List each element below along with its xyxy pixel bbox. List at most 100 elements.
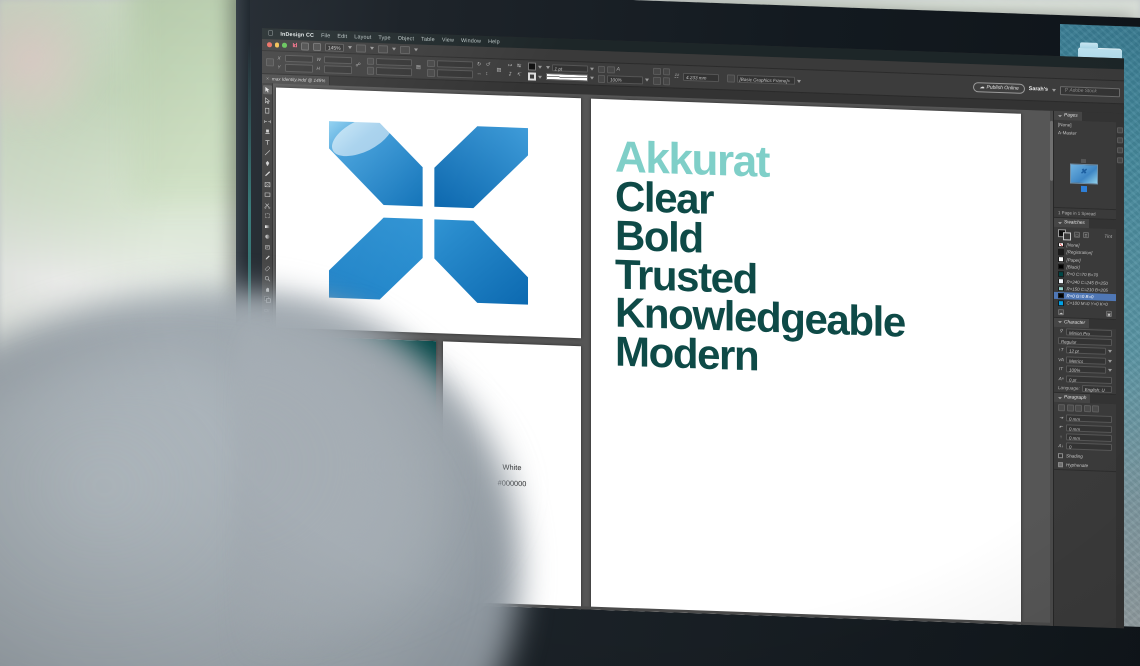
kerning-dropdown-icon[interactable] xyxy=(1108,359,1112,363)
screen-mode-dropdown-icon[interactable] xyxy=(391,47,396,51)
menu-item-indesign[interactable]: InDesign CC xyxy=(280,31,314,38)
adobe-stock-search-input[interactable]: ⚲ Adobe Stock xyxy=(1060,85,1120,97)
eyedropper-tool[interactable] xyxy=(263,253,272,262)
corner-shape-icon[interactable] xyxy=(653,76,661,85)
space-before-field[interactable]: 0 mm xyxy=(1066,433,1112,443)
fill-color-swatch[interactable] xyxy=(527,62,536,71)
flip-vertical-icon[interactable]: ↕ xyxy=(486,71,493,78)
type-tool[interactable] xyxy=(263,138,272,147)
panel-rail-settings-icon[interactable] xyxy=(1117,127,1123,134)
stroke-weight-stepper-icon[interactable] xyxy=(545,65,550,69)
align-objects-icon[interactable] xyxy=(653,67,661,76)
stroke-style-dropdown-icon[interactable] xyxy=(589,76,594,80)
view-options-button[interactable] xyxy=(355,43,366,53)
constrain-scale-icon[interactable]: ▤ xyxy=(416,64,423,71)
corner-link-icon[interactable] xyxy=(662,77,670,85)
page-tool[interactable] xyxy=(263,106,272,115)
zoom-dropdown-icon[interactable] xyxy=(347,46,352,50)
fitting-content-icon[interactable] xyxy=(607,65,615,74)
zoom-tool[interactable] xyxy=(263,274,272,283)
menu-item-window[interactable]: Window xyxy=(461,38,481,45)
shading-checkbox[interactable] xyxy=(1058,452,1063,458)
menu-item-edit[interactable]: Edit xyxy=(337,33,347,39)
maximize-window-button[interactable] xyxy=(282,42,287,48)
screen-mode-button[interactable] xyxy=(312,42,321,51)
language-field[interactable]: English: U xyxy=(1081,384,1112,393)
pen-tool[interactable] xyxy=(263,159,272,168)
height-field[interactable] xyxy=(323,65,352,74)
opacity-field[interactable]: 100% xyxy=(607,75,643,84)
object-style-dropdown-icon[interactable] xyxy=(796,79,801,83)
distribute-space-icon[interactable]: ↸ xyxy=(517,72,524,79)
gap-tool[interactable] xyxy=(263,117,272,126)
arrange-documents-button[interactable] xyxy=(399,45,410,54)
rotate-clockwise-icon[interactable]: ↻ xyxy=(477,62,484,69)
new-color-group-icon[interactable]: ☁ xyxy=(1058,308,1064,315)
vertical-scale-field[interactable]: 100% xyxy=(1066,365,1106,374)
stroke-style-preview[interactable] xyxy=(545,73,588,82)
view-options-dropdown-icon[interactable] xyxy=(369,46,374,50)
rotation-angle-field[interactable] xyxy=(436,59,473,69)
direct-selection-tool[interactable] xyxy=(263,96,272,105)
menu-item-object[interactable]: Object xyxy=(398,35,414,42)
width-field[interactable] xyxy=(323,55,352,65)
menu-item-layout[interactable]: Layout xyxy=(354,34,371,41)
align-right-button[interactable] xyxy=(1075,404,1082,413)
panel-rail-layers-icon[interactable] xyxy=(1117,157,1123,164)
account-menu-label[interactable]: Sarah's xyxy=(1029,86,1048,93)
object-style-field[interactable]: [Basic Graphics Frame]+ xyxy=(736,74,795,85)
pencil-tool[interactable] xyxy=(263,169,272,178)
new-swatch-icon[interactable]: ▣ xyxy=(1106,310,1112,317)
menu-item-file[interactable]: File xyxy=(321,33,330,39)
tab-swatches[interactable]: Swatches xyxy=(1054,217,1089,229)
stroke-dropdown-icon[interactable] xyxy=(537,75,542,79)
panel-rail-list-icon[interactable] xyxy=(1117,137,1123,144)
screen-mode-selector[interactable] xyxy=(377,44,388,53)
gradient-feather-tool[interactable] xyxy=(263,232,272,241)
arrange-dropdown-icon[interactable] xyxy=(413,48,418,52)
apply-to-frame-button[interactable]: □ xyxy=(1074,231,1080,238)
publish-online-button[interactable]: ☁ Publish Online xyxy=(973,82,1025,94)
font-size-field[interactable]: 12 pt xyxy=(1066,346,1106,356)
stroke-weight-field[interactable]: 1 pt xyxy=(551,63,588,73)
swatches-fill-stroke-proxy[interactable] xyxy=(1058,229,1071,241)
distribute-icon[interactable]: ↹ xyxy=(517,63,524,70)
tab-character[interactable]: Character xyxy=(1054,317,1090,328)
baseline-shift-field[interactable]: 0 pt xyxy=(1066,374,1112,384)
indent-left-field[interactable]: 0 mm xyxy=(1066,414,1112,424)
font-family-field[interactable]: Minion Pro xyxy=(1066,328,1112,337)
tab-pages[interactable]: Pages xyxy=(1054,110,1082,121)
shear-angle-field[interactable] xyxy=(436,69,473,78)
zoom-level-field[interactable]: 145% xyxy=(324,42,344,52)
indent-first-field[interactable]: 0 mm xyxy=(1066,424,1112,433)
justify-left-button[interactable] xyxy=(1083,405,1091,413)
justify-center-button[interactable] xyxy=(1092,405,1099,413)
minimize-window-button[interactable] xyxy=(274,42,279,48)
panel-rail-links-icon[interactable] xyxy=(1117,147,1123,154)
rotate-counterclockwise-icon[interactable]: ↺ xyxy=(486,62,493,69)
x-position-field[interactable] xyxy=(284,54,313,63)
menu-item-type[interactable]: Type xyxy=(378,35,390,41)
gradient-swatch-tool[interactable] xyxy=(263,222,272,231)
tab-paragraph[interactable]: Paragraph xyxy=(1054,393,1091,404)
apple-menu-icon[interactable]:  xyxy=(268,30,273,37)
canvas-vertical-scrollbar[interactable] xyxy=(1050,110,1053,626)
account-dropdown-icon[interactable] xyxy=(1052,88,1056,92)
scale-y-field[interactable] xyxy=(376,67,412,76)
kerning-field[interactable]: Metrics xyxy=(1066,356,1106,365)
constrain-proportions-icon[interactable]: ☍ xyxy=(356,62,363,69)
menu-item-view[interactable]: View xyxy=(442,37,454,43)
vertical-scale-dropdown-icon[interactable] xyxy=(1108,369,1112,373)
scale-x-field[interactable] xyxy=(376,57,412,67)
y-position-field[interactable] xyxy=(284,63,313,73)
scissors-tool[interactable] xyxy=(263,201,272,210)
opacity-dropdown-icon[interactable] xyxy=(645,78,649,82)
menu-item-help[interactable]: Help xyxy=(488,38,500,44)
close-window-button[interactable] xyxy=(267,42,272,48)
rectangle-frame-tool[interactable] xyxy=(263,180,272,189)
align-center-icon[interactable]: ↧ xyxy=(508,72,515,79)
drop-cap-field[interactable]: 0 xyxy=(1066,442,1112,452)
flip-horizontal-icon[interactable]: ↔ xyxy=(477,71,484,78)
swatch-stroke-proxy[interactable] xyxy=(1063,232,1071,241)
stroke-color-swatch[interactable] xyxy=(527,72,536,81)
